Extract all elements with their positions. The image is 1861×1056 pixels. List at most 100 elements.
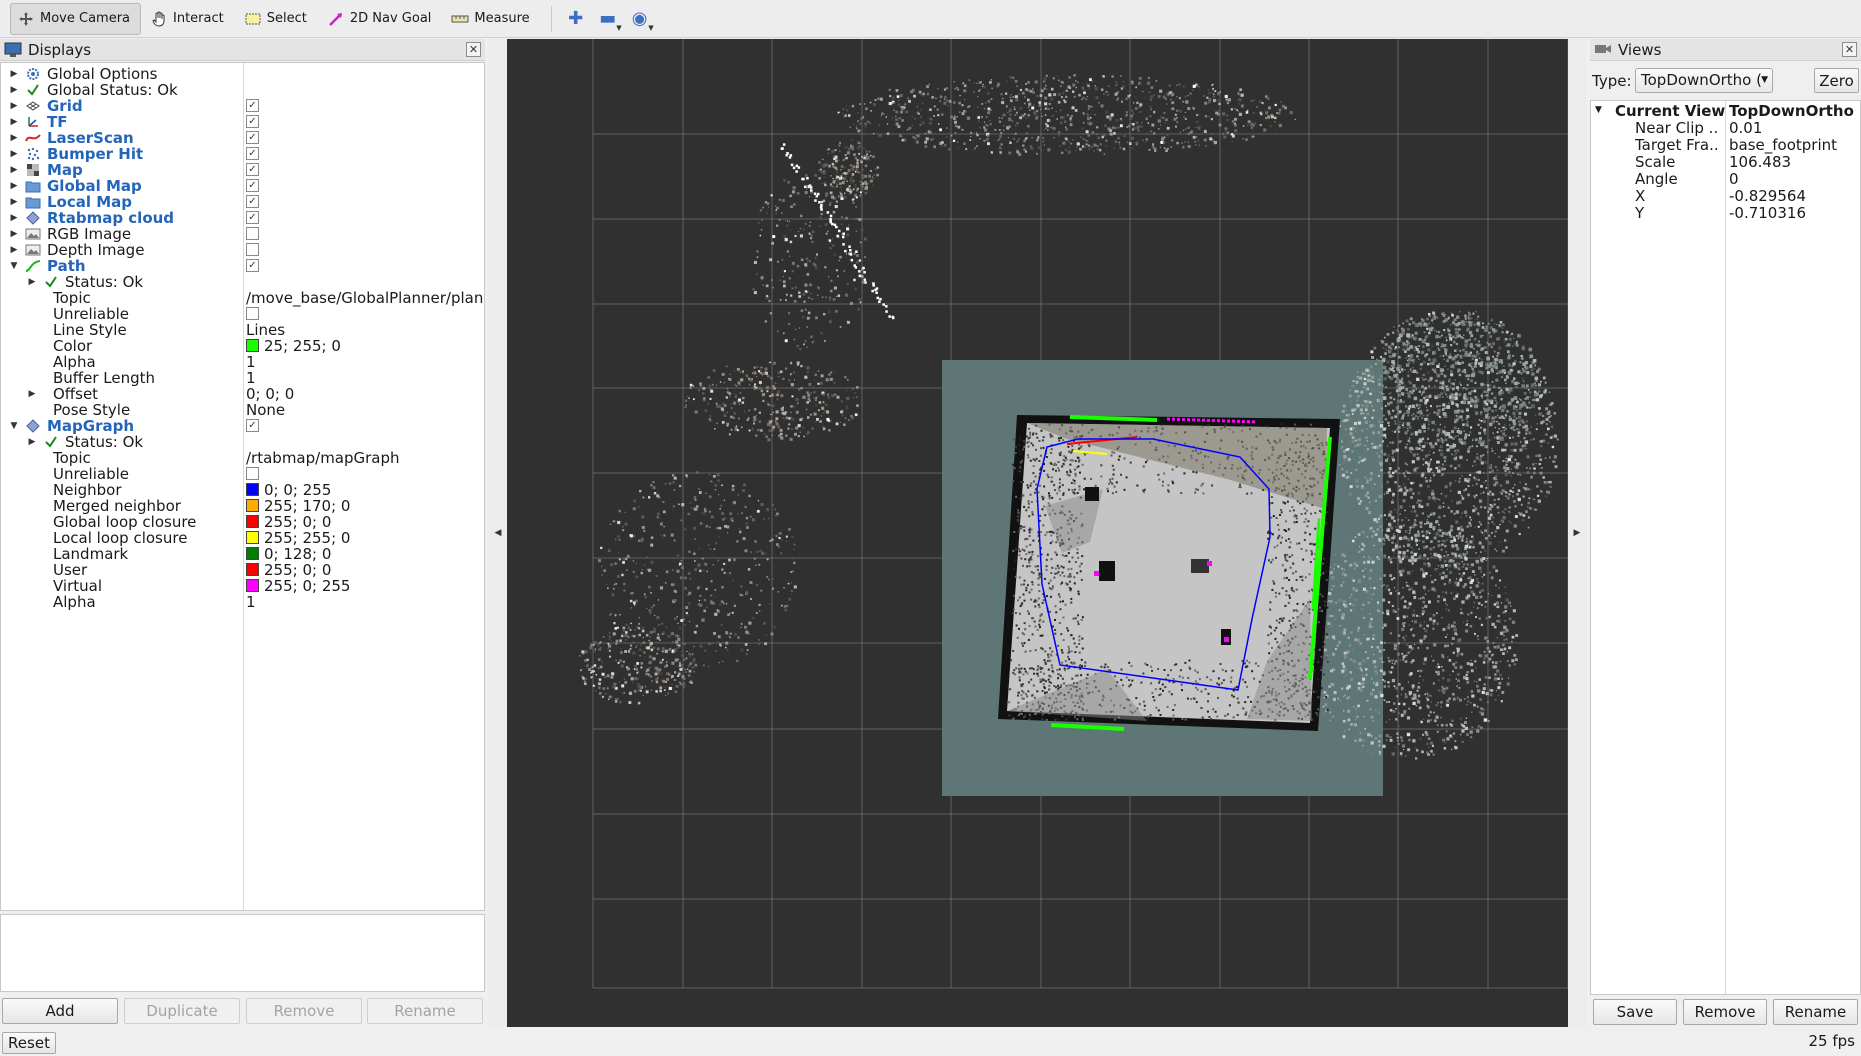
chevron-down-icon: ▼	[1761, 75, 1768, 85]
display-row-value[interactable]: ✓	[246, 419, 259, 432]
display-row-value[interactable]	[246, 307, 259, 320]
measure-tool[interactable]: Measure	[444, 3, 540, 35]
display-row-value[interactable]	[246, 227, 259, 240]
map-scene	[579, 39, 1568, 989]
zero-button[interactable]: Zero	[1814, 68, 1859, 93]
enable-checkbox[interactable]: ✓	[246, 99, 259, 112]
view-prop-row[interactable]: X -0.829564	[1591, 187, 1860, 205]
expand-right-icon[interactable]: ▶	[9, 101, 19, 111]
hand-icon	[150, 11, 168, 27]
expand-right-icon[interactable]: ▶	[9, 149, 19, 159]
expand-right-icon[interactable]: ▶	[9, 245, 19, 255]
select-tool[interactable]: Select	[237, 3, 318, 35]
add-display-button[interactable]: Add	[2, 998, 118, 1024]
display-row-alpha[interactable]: Alpha 1	[1, 592, 484, 611]
expand-right-icon[interactable]: ▶	[9, 85, 19, 95]
enable-checkbox[interactable]: ✓	[246, 131, 259, 144]
enable-checkbox[interactable]: ✓	[246, 211, 259, 224]
display-row-value[interactable]: ✓	[246, 131, 259, 144]
views-tree[interactable]: ▼ Current View TopDownOrtho ... Near Cli…	[1590, 100, 1861, 995]
color-swatch[interactable]	[246, 499, 259, 512]
view-prop-row[interactable]: Angle 0	[1591, 170, 1860, 188]
display-row-value[interactable]: ✓	[246, 99, 259, 112]
expand-down-icon[interactable]: ▼	[9, 261, 19, 271]
view-prop-row[interactable]: Scale 106.483	[1591, 153, 1860, 171]
display-row-value[interactable]: ✓	[246, 259, 259, 272]
enable-checkbox[interactable]	[246, 467, 259, 480]
enable-checkbox[interactable]	[246, 243, 259, 256]
color-swatch[interactable]	[246, 531, 259, 544]
expand-right-icon[interactable]: ▶	[9, 229, 19, 239]
expand-right-icon[interactable]: ▶	[27, 389, 37, 399]
duplicate-display-button[interactable]: Duplicate	[124, 998, 240, 1024]
dropdown-arrow-icon: ▼	[616, 23, 622, 32]
enable-checkbox[interactable]: ✓	[246, 147, 259, 160]
remove-display-button[interactable]: Remove	[246, 998, 362, 1024]
display-row-value[interactable]: 1	[246, 593, 256, 611]
rviz-window: Move Camera Interact Select 2D Nav Goal …	[0, 0, 1861, 1056]
add-tool-button[interactable]: ✚	[560, 4, 592, 34]
display-row-value[interactable]: ✓	[246, 115, 259, 128]
expand-right-icon[interactable]: ▶	[27, 277, 37, 287]
display-row-value[interactable]	[246, 243, 259, 256]
remove-tool-button[interactable]: ▬ ▼	[592, 4, 624, 34]
enable-checkbox[interactable]: ✓	[246, 179, 259, 192]
move-camera-label: Move Camera	[40, 11, 131, 26]
nav-goal-tool[interactable]: 2D Nav Goal	[320, 3, 443, 35]
displays-close-button[interactable]: ✕	[466, 42, 481, 57]
color-swatch[interactable]	[246, 515, 259, 528]
nav-goal-arrow-icon	[327, 11, 345, 27]
enable-checkbox[interactable]: ✓	[246, 163, 259, 176]
view-type-select[interactable]: TopDownOrtho ( ▼	[1635, 68, 1773, 93]
expand-right-icon[interactable]: ▶	[9, 165, 19, 175]
enable-checkbox[interactable]	[246, 227, 259, 240]
displays-panel-header: Displays ✕	[0, 39, 485, 61]
camera-type-button[interactable]: ◉ ▼	[624, 4, 656, 34]
color-swatch[interactable]	[246, 563, 259, 576]
interact-tool[interactable]: Interact	[143, 3, 235, 35]
measure-label: Measure	[474, 11, 530, 26]
reset-button[interactable]: Reset	[2, 1032, 56, 1054]
view-prop-row[interactable]: Y -0.710316	[1591, 204, 1860, 222]
expand-right-icon[interactable]: ▶	[9, 133, 19, 143]
expand-down-icon[interactable]: ▼	[9, 421, 19, 431]
enable-checkbox[interactable]: ✓	[246, 419, 259, 432]
save-view-button[interactable]: Save	[1593, 999, 1677, 1025]
right-dock-collapse-handle[interactable]: ▶	[1568, 39, 1586, 1027]
remove-view-button[interactable]: Remove	[1683, 999, 1767, 1025]
displays-tree[interactable]: ▶ Global Options ▶ Global Status: Ok ▶ Grid ✓ ▶…	[0, 62, 485, 911]
display-row-value[interactable]: ✓	[246, 195, 259, 208]
expand-right-icon[interactable]: ▶	[9, 117, 19, 127]
display-row-value[interactable]	[246, 467, 259, 480]
rename-view-button[interactable]: Rename	[1773, 999, 1858, 1025]
enable-checkbox[interactable]	[246, 307, 259, 320]
expand-right-icon[interactable]: ▶	[9, 181, 19, 191]
color-swatch[interactable]	[246, 547, 259, 560]
enable-checkbox[interactable]: ✓	[246, 115, 259, 128]
expand-right-icon[interactable]: ▶	[9, 213, 19, 223]
view-prop-row[interactable]: Near Clip ... 0.01	[1591, 119, 1860, 137]
view-prop-key: Angle	[1635, 170, 1678, 188]
views-close-button[interactable]: ✕	[1842, 42, 1857, 57]
render-viewport[interactable]	[507, 39, 1568, 1027]
expand-right-icon[interactable]: ▶	[27, 437, 37, 447]
expand-right-icon[interactable]: ▶	[9, 197, 19, 207]
display-row-value[interactable]: ✓	[246, 163, 259, 176]
rename-display-button[interactable]: Rename	[367, 998, 483, 1024]
color-swatch[interactable]	[246, 483, 259, 496]
expand-right-icon[interactable]: ▶	[9, 69, 19, 79]
enable-checkbox[interactable]: ✓	[246, 195, 259, 208]
current-view-row[interactable]: ▼ Current View TopDownOrtho ...	[1591, 102, 1860, 120]
move-camera-tool[interactable]: Move Camera	[10, 2, 142, 35]
color-swatch[interactable]	[246, 579, 259, 592]
left-dock-collapse-handle[interactable]: ◀	[489, 39, 507, 1027]
obstacle-blob	[1099, 561, 1115, 581]
display-row-value[interactable]: ✓	[246, 179, 259, 192]
view-prop-key: X	[1635, 187, 1646, 205]
display-row-value[interactable]: ✓	[246, 211, 259, 224]
color-swatch[interactable]	[246, 339, 259, 352]
dropdown-arrow-icon: ▼	[648, 23, 654, 32]
enable-checkbox[interactable]: ✓	[246, 259, 259, 272]
view-prop-row[interactable]: Target Fra... base_footprint	[1591, 136, 1860, 154]
display-row-value[interactable]: ✓	[246, 147, 259, 160]
